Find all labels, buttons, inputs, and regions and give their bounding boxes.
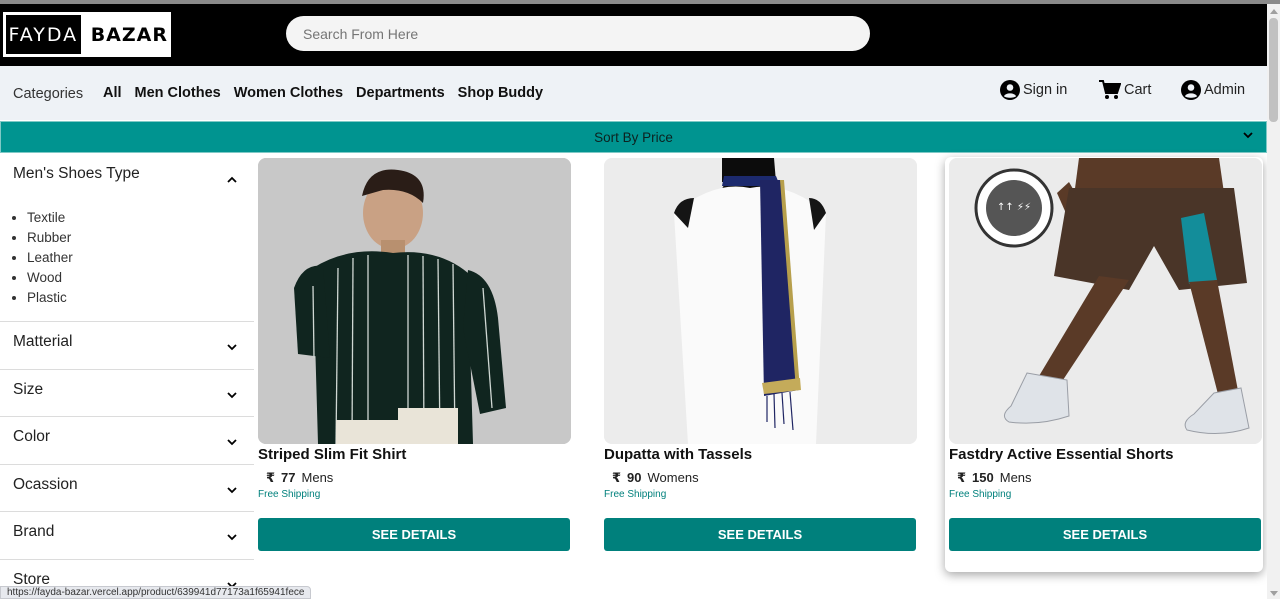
list-item[interactable]: Rubber <box>27 228 73 248</box>
shipping-label: Free Shipping <box>604 489 667 500</box>
product-price-line: ₹77 Mens <box>266 470 333 486</box>
filter-occasion[interactable]: Ocassion <box>0 465 254 512</box>
site-header: FAYDA BAZAR <box>0 4 1267 66</box>
shipping-label: Free Shipping <box>258 489 321 500</box>
filter-title: Brand <box>13 523 55 540</box>
cart-label: Cart <box>1124 82 1152 98</box>
shipping-label: Free Shipping <box>949 489 1012 500</box>
svg-text:↑↑ ⚡⚡: ↑↑ ⚡⚡ <box>997 202 1031 213</box>
scroll-thumb[interactable] <box>1269 18 1278 122</box>
product-name[interactable]: Striped Slim Fit Shirt <box>258 446 406 463</box>
categories-label[interactable]: Categories <box>13 86 83 102</box>
site-logo[interactable]: FAYDA BAZAR <box>3 12 171 57</box>
filter-title[interactable]: Men's Shoes Type <box>13 165 140 183</box>
see-details-button[interactable]: SEE DETAILS <box>949 518 1261 551</box>
chevron-down-icon <box>1243 132 1253 139</box>
filter-brand[interactable]: Brand <box>0 512 254 560</box>
nav-link-departments[interactable]: Departments <box>356 85 445 101</box>
chevron-up-icon[interactable] <box>226 174 238 186</box>
product-image-striped-shirt[interactable] <box>258 158 571 444</box>
product-card[interactable]: Dupatta with Tassels ₹90 Womens Free Ship… <box>600 157 918 572</box>
filter-title: Matterial <box>13 333 73 350</box>
cart-icon <box>1099 80 1121 99</box>
shoes-type-list: Textile Rubber Leather Wood Plastic <box>0 208 73 308</box>
chevron-down-icon <box>227 487 237 494</box>
list-item[interactable]: Wood <box>27 268 73 288</box>
filter-size[interactable]: Size <box>0 370 254 417</box>
sort-by-price-bar[interactable]: Sort By Price <box>0 121 1267 153</box>
scroll-down-arrow[interactable] <box>1270 591 1278 596</box>
see-details-button[interactable]: SEE DETAILS <box>604 518 916 551</box>
product-price: 90 <box>627 470 642 485</box>
chevron-down-icon <box>227 392 237 399</box>
search-input[interactable] <box>286 16 870 51</box>
list-item[interactable]: Leather <box>27 248 73 268</box>
nav-link-women-clothes[interactable]: Women Clothes <box>234 85 343 101</box>
page-scrollbar[interactable] <box>1267 4 1280 599</box>
see-details-button[interactable]: SEE DETAILS <box>258 518 570 551</box>
list-item[interactable]: Plastic <box>27 288 73 308</box>
chevron-down-icon <box>227 439 237 446</box>
link-status-bar: https://fayda-bazar.vercel.app/product/6… <box>0 586 312 599</box>
admin-label: Admin <box>1204 82 1246 98</box>
filter-title: Color <box>13 428 51 445</box>
nav-link-all[interactable]: All <box>103 85 122 101</box>
filter-shoes-type: Men's Shoes Type Textile Rubber Leather … <box>0 154 254 322</box>
admin-link[interactable]: Admin <box>1181 80 1245 100</box>
product-name[interactable]: Fastdry Active Essential Shorts <box>949 446 1174 463</box>
product-price-line: ₹150 Mens <box>957 470 1032 486</box>
filter-material[interactable]: Matterial <box>0 322 254 370</box>
nav-bar: Categories All Men Clothes Women Clothes… <box>0 66 1267 120</box>
logo-fayda: FAYDA <box>6 15 81 54</box>
chevron-down-icon <box>227 534 237 541</box>
logo-bazar: BAZAR <box>90 23 168 46</box>
product-category: Mens <box>301 470 334 485</box>
user-circle-icon <box>1000 80 1020 100</box>
product-price: 150 <box>972 470 994 485</box>
product-image-dupatta[interactable] <box>604 158 917 444</box>
filter-title: Size <box>13 381 44 398</box>
currency-symbol: ₹ <box>957 470 967 485</box>
currency-symbol: ₹ <box>266 470 276 485</box>
product-card[interactable]: Striped Slim Fit Shirt ₹77 Mens Free Ship… <box>254 157 572 572</box>
product-price: 77 <box>281 470 296 485</box>
nav-link-men-clothes[interactable]: Men Clothes <box>135 85 221 101</box>
list-item[interactable]: Textile <box>27 208 73 228</box>
currency-symbol: ₹ <box>612 470 622 485</box>
chevron-down-icon <box>227 344 237 351</box>
product-category: Mens <box>999 470 1032 485</box>
sort-label: Sort By Price <box>594 129 673 145</box>
product-image-shorts[interactable]: ↑↑ ⚡⚡ <box>949 158 1262 444</box>
product-name[interactable]: Dupatta with Tassels <box>604 446 752 463</box>
user-circle-icon <box>1181 80 1201 100</box>
sign-in-label: Sign in <box>1023 82 1068 98</box>
filter-title: Ocassion <box>13 476 78 493</box>
scroll-up-arrow[interactable] <box>1270 9 1278 14</box>
nav-links: All Men Clothes Women Clothes Department… <box>103 85 543 101</box>
nav-link-shop-buddy[interactable]: Shop Buddy <box>458 85 543 101</box>
product-price-line: ₹90 Womens <box>612 470 699 486</box>
filter-sidebar: Men's Shoes Type Textile Rubber Leather … <box>0 154 254 600</box>
filter-color[interactable]: Color <box>0 417 254 465</box>
product-card[interactable]: ↑↑ ⚡⚡ Fastdry Active Essential Shorts ₹1… <box>945 157 1263 572</box>
cart-link[interactable]: Cart <box>1099 80 1151 100</box>
sign-in-link[interactable]: Sign in <box>1000 80 1067 100</box>
product-category: Womens <box>647 470 699 485</box>
